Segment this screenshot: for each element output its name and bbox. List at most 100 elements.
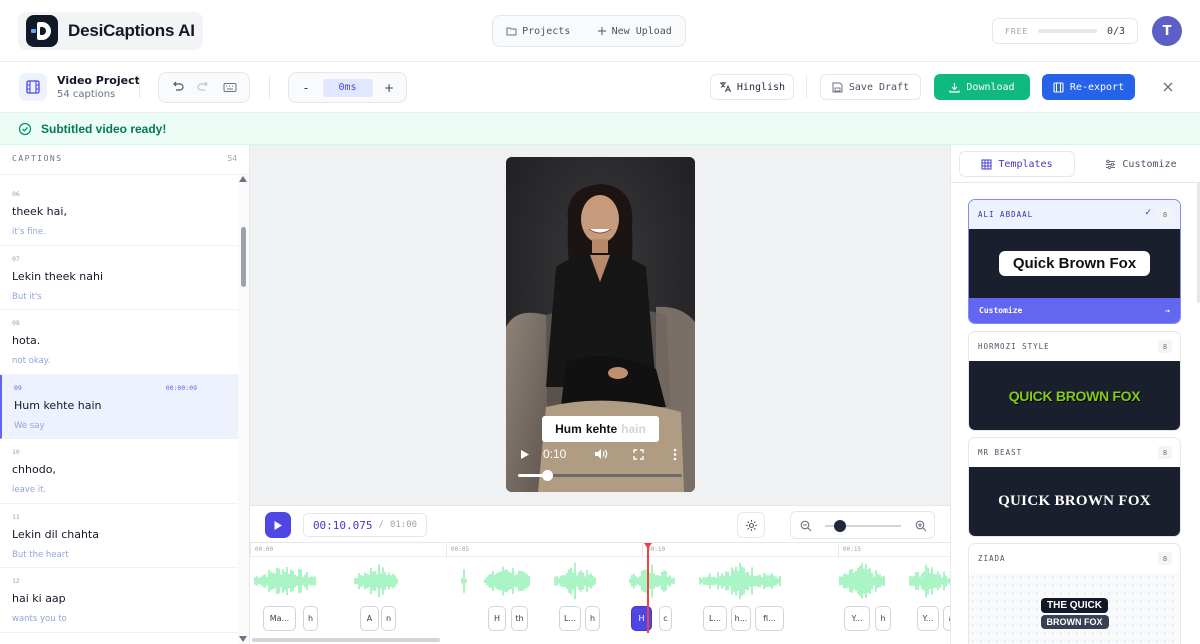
play-button[interactable] [265,512,291,538]
caption-text[interactable]: hai ki aap [12,592,66,605]
offset-increase-button[interactable]: + [382,81,396,95]
template-preview: QUICK BROWN FOX [969,361,1180,430]
word-chip[interactable]: n [381,606,396,631]
captions-scroll-thumb[interactable] [241,227,246,287]
word-chip[interactable]: fi... [755,606,784,631]
template-customize-button[interactable]: Customize → [969,298,1180,323]
caption-translation[interactable]: But it's [12,292,42,302]
word-chip[interactable]: L... [703,606,727,631]
caption-text[interactable]: Lekin dil chahta [12,528,99,541]
word-chip[interactable]: a [943,606,950,631]
playhead[interactable] [647,543,649,633]
template-name: ZIADA [978,554,1006,563]
settings-button[interactable] [737,512,765,538]
user-avatar[interactable]: T [1152,16,1182,46]
caption-translation[interactable]: not okay. [12,356,50,366]
caption-text[interactable]: Lekin theek nahi [12,270,103,283]
keyboard-icon[interactable] [223,78,237,97]
folder-icon [506,27,517,36]
new-upload-button[interactable]: New Upload [597,26,672,37]
template-card-hormozi[interactable]: HORMOZI STYLE 8 QUICK BROWN FOX [968,331,1181,431]
caption-translation[interactable]: We say [14,421,45,431]
brand[interactable]: DesiCaptions AI [18,12,203,50]
caption-text[interactable]: chhodo, [12,463,56,476]
caption-text[interactable]: hota. [12,334,40,347]
template-badge: 8 [1158,446,1172,459]
template-badge: 8 [1158,552,1172,565]
caption-translation[interactable]: wants you to [12,614,67,624]
zoom-in-icon[interactable] [915,520,927,532]
word-chip[interactable]: th [511,606,528,631]
word-chip[interactable]: h [303,606,318,631]
template-header: HORMOZI STYLE 8 [969,332,1180,361]
caption-item[interactable]: 11 Lekin dil chahta But the heart [0,504,238,568]
template-badge: 8 [1158,208,1172,221]
timeline-scrollbar[interactable] [252,638,440,642]
word-chip[interactable]: Y... [844,606,870,631]
caption-item[interactable]: 07 Lekin theek nahi But it's [0,246,238,310]
language-button[interactable]: Hinglish [710,74,794,100]
video-progress-handle[interactable] [542,470,554,481]
offset-value[interactable]: 0ms [322,78,373,97]
template-card-ziada[interactable]: ZIADA 8 THE QUICK BROWN FOX [968,543,1181,644]
caption-number: 11 [12,512,20,521]
word-chip[interactable]: h [875,606,891,631]
quota-count: 0/3 [1106,25,1125,37]
caption-translation[interactable]: it's fine. [12,227,46,237]
undo-icon[interactable] [171,78,184,97]
word-chip[interactable]: L... [559,606,581,631]
word-chip[interactable]: c [659,606,672,631]
scroll-up-icon[interactable] [239,176,247,182]
caption-item[interactable]: 06 theek hai, it's fine. [0,181,238,246]
caption-text[interactable]: Hum kehte hain [14,399,102,412]
caption-item[interactable]: 09 00:00:09 Hum kehte hain We say [0,374,238,439]
word-chip[interactable]: H [488,606,506,631]
word-chip[interactable]: A [360,606,379,631]
save-draft-button[interactable]: Save Draft [820,74,921,100]
template-name: ALI ABDAAL [978,210,1034,219]
caption-item[interactable]: 08 hota. not okay. [0,310,238,375]
language-label: Hinglish [736,81,786,93]
caption-number: 09 [14,383,22,392]
download-button[interactable]: Download [934,74,1030,100]
video-player[interactable]: Hum kehte hain 0:10 [506,157,695,492]
zoom-out-icon[interactable] [800,520,812,532]
arrow-right-icon: → [1165,306,1170,315]
template-preview-text: QUICK BROWN FOX [1008,387,1141,404]
timeline-ruler[interactable]: 00:00 00:05 00:10 00:15 [250,543,950,557]
caption-translation[interactable]: But the heart [12,550,69,560]
new-upload-label: New Upload [611,25,672,37]
caption-item[interactable]: 10 chhodo, leave it. [0,439,238,504]
projects-button[interactable]: Projects [506,26,570,37]
word-chip[interactable]: Y... [917,606,939,631]
close-icon[interactable] [1159,78,1177,96]
reexport-button[interactable]: Re-export [1042,74,1135,100]
caption-number: 08 [12,319,20,327]
save-draft-label: Save Draft [848,81,910,93]
template-card-mr-beast[interactable]: MR BEAST 8 QUICK BROWN FOX [968,437,1181,537]
redo-icon[interactable] [197,78,210,97]
template-card-ali-abdaal[interactable]: ALI ABDAAL ✓ 8 Quick Brown Fox Customize… [968,199,1181,324]
template-header: ZIADA 8 [969,544,1180,573]
caption-number: 06 [12,190,20,198]
caption-text[interactable]: theek hai, [12,205,67,218]
quota-bar [1038,29,1097,33]
captions-header: CAPTIONS 54 [0,145,249,175]
word-chip[interactable]: h [585,606,600,631]
caption-overlay[interactable]: Hum kehte hain [542,416,659,442]
fullscreen-icon[interactable] [633,449,644,460]
scroll-down-icon[interactable] [239,636,247,642]
timeline[interactable]: 00:00 00:05 00:10 00:15 Ma... h An Hth L... h Hc L… [250,543,950,644]
play-icon[interactable] [520,449,530,460]
word-chip[interactable]: Ma... [263,606,296,631]
volume-icon[interactable] [594,448,608,460]
caption-translation[interactable]: leave it. [12,485,46,495]
offset-decrease-button[interactable]: - [299,81,313,95]
zoom-slider-handle[interactable] [834,520,847,532]
tab-templates[interactable]: Templates [959,151,1075,177]
caption-item[interactable]: 12 hai ki aap wants you to [0,568,238,633]
more-options-icon[interactable] [673,448,677,461]
tab-customize[interactable]: Customize [1087,151,1195,177]
word-chip[interactable]: h... [731,606,751,631]
captions-heading: CAPTIONS [12,154,63,163]
